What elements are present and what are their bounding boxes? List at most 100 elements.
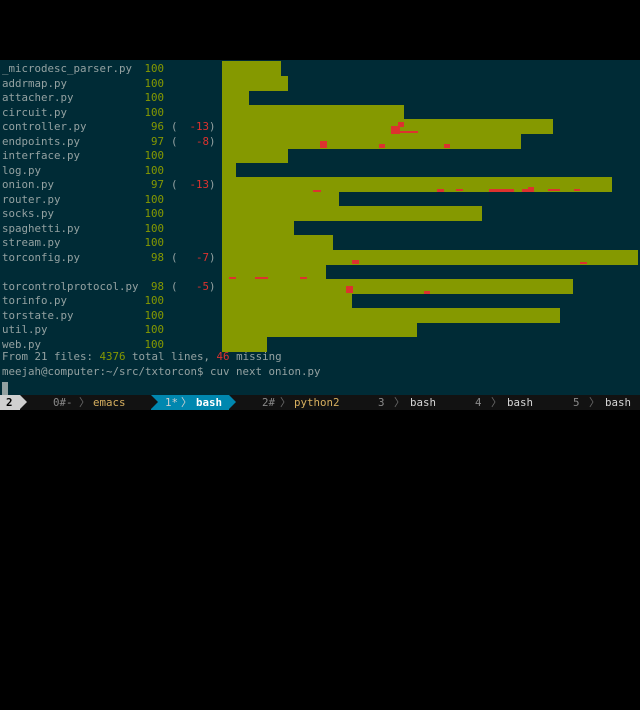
coverage-bar xyxy=(222,293,352,308)
paren-open: ( xyxy=(171,120,178,133)
file-name: router.py xyxy=(2,192,61,206)
file-name: torstate.py xyxy=(2,308,74,322)
missing-lines-mark xyxy=(528,187,534,192)
summary-prefix: From 21 files: xyxy=(2,350,100,363)
coverage-percent: 100 xyxy=(144,308,164,322)
coverage-bar xyxy=(222,90,249,105)
file-row: controller.py 96 (-13) xyxy=(0,120,220,135)
missing-lines-mark xyxy=(320,141,327,148)
file-row: addrmap.py 100 xyxy=(0,77,220,92)
window-3-index[interactable]: 3 xyxy=(378,395,385,410)
coverage-bar xyxy=(222,75,288,91)
coverage-delta: -7 xyxy=(195,250,209,264)
file-row: torconfig.py 98 (-7) xyxy=(0,251,220,266)
coverage-percent: 100 xyxy=(144,294,164,307)
file-row: stream.py 100 xyxy=(0,236,220,251)
missing-lines-mark xyxy=(444,144,450,148)
chevron-right-icon: 〉 xyxy=(79,396,90,409)
shell-prompt[interactable]: meejah@computer:~/src/txtorcon$ cuv next… xyxy=(2,365,321,380)
coverage-percent: 100 xyxy=(144,323,164,336)
file-name: torconfig.py xyxy=(2,250,81,264)
window-2-name[interactable]: python2 xyxy=(294,395,340,410)
coverage-delta: -5 xyxy=(195,279,209,293)
file-name: socks.py xyxy=(2,207,55,220)
missing-lines-mark xyxy=(574,189,580,191)
file-row: circuit.py 100 xyxy=(0,106,220,121)
coverage-bar xyxy=(222,278,573,294)
coverage-bar xyxy=(222,191,339,207)
chevron-right-icon: 〉 xyxy=(181,396,192,409)
missing-lines-mark xyxy=(255,277,268,279)
coverage-delta: -8 xyxy=(195,134,209,148)
file-name: stream.py xyxy=(2,236,61,249)
missing-lines-mark xyxy=(580,262,587,264)
coverage-bar xyxy=(222,133,521,149)
file-name: interface.py xyxy=(2,149,81,162)
coverage-percent: 97 xyxy=(150,178,164,191)
window-5-index[interactable]: 5 xyxy=(573,395,580,410)
file-row: _microdesc_parser.py 100 xyxy=(0,62,220,77)
file-name: controller.py xyxy=(2,120,87,133)
file-row: socks.py 100 xyxy=(0,207,220,222)
window-4-index[interactable]: 4 xyxy=(475,395,482,410)
coverage-percent: 100 xyxy=(144,236,164,249)
coverage-bar xyxy=(222,307,560,323)
paren-close: ) xyxy=(209,178,216,191)
missing-lines-mark xyxy=(352,260,359,264)
missing-lines-mark xyxy=(424,291,430,294)
coverage-percent: 100 xyxy=(144,221,164,235)
missing-count: 46 xyxy=(216,350,230,363)
file-name: log.py xyxy=(2,163,42,177)
coverage-bar xyxy=(222,104,404,120)
coverage-bar xyxy=(222,206,482,221)
file-row: interface.py 100 xyxy=(0,149,220,164)
paren-open: ( xyxy=(171,279,178,293)
coverage-percent: 97 xyxy=(150,134,164,148)
chevron-right-icon: 〉 xyxy=(589,396,600,409)
window-4-name[interactable]: bash xyxy=(507,395,533,410)
coverage-percent: 100 xyxy=(144,76,164,90)
summary-suffix: missing xyxy=(229,350,282,363)
missing-lines-mark xyxy=(456,189,463,191)
summary-middle: total lines, xyxy=(125,350,217,363)
file-name: attacher.py xyxy=(2,91,74,104)
tmux-status-bar: 2 0#- 〉 emacs 1* 〉 bash 2# 〉 python2 3 〉… xyxy=(0,395,640,410)
coverage-percent: 100 xyxy=(144,192,164,206)
window-0-index[interactable]: 0#- xyxy=(53,395,73,410)
missing-lines-mark xyxy=(300,277,307,279)
missing-lines-mark xyxy=(229,277,236,279)
paren-open: ( xyxy=(171,250,178,264)
paren-open: ( xyxy=(171,178,178,191)
window-1-name[interactable]: bash xyxy=(196,395,222,410)
coverage-bar xyxy=(222,162,236,178)
file-row: router.py 100 xyxy=(0,193,220,208)
file-row: torcontrolprotocol.py 98 (-5) xyxy=(0,280,220,295)
coverage-percent: 100 xyxy=(144,105,164,119)
missing-lines-mark xyxy=(398,131,418,133)
window-5-name[interactable]: bash xyxy=(605,395,631,410)
coverage-percent: 100 xyxy=(144,62,164,75)
coverage-delta: -13 xyxy=(189,178,209,191)
missing-lines-mark xyxy=(379,144,385,148)
paren-close: ) xyxy=(209,120,216,133)
file-name: endpoints.py xyxy=(2,134,81,148)
chevron-right-icon: 〉 xyxy=(491,396,502,409)
paren-close: ) xyxy=(209,279,216,293)
window-3-name[interactable]: bash xyxy=(410,395,436,410)
coverage-bar xyxy=(222,322,417,337)
window-2-index[interactable]: 2# xyxy=(262,395,275,410)
window-1-index[interactable]: 1* xyxy=(165,395,178,410)
file-row: util.py 100 xyxy=(0,323,220,338)
paren-close: ) xyxy=(209,250,216,264)
total-lines: 4376 xyxy=(99,350,126,363)
coverage-bar xyxy=(222,119,553,134)
missing-lines-mark xyxy=(437,189,444,192)
window-0-name[interactable]: emacs xyxy=(93,395,126,410)
coverage-percent: 100 xyxy=(144,91,164,104)
coverage-bar xyxy=(222,264,326,279)
file-name: torcontrolprotocol.py xyxy=(2,279,139,293)
chevron-right-icon: 〉 xyxy=(280,396,291,409)
file-row: torinfo.py 100 xyxy=(0,294,220,309)
file-name: util.py xyxy=(2,323,48,336)
terminal[interactable]: _microdesc_parser.py 100 addrmap.py 100 atta… xyxy=(0,60,640,395)
